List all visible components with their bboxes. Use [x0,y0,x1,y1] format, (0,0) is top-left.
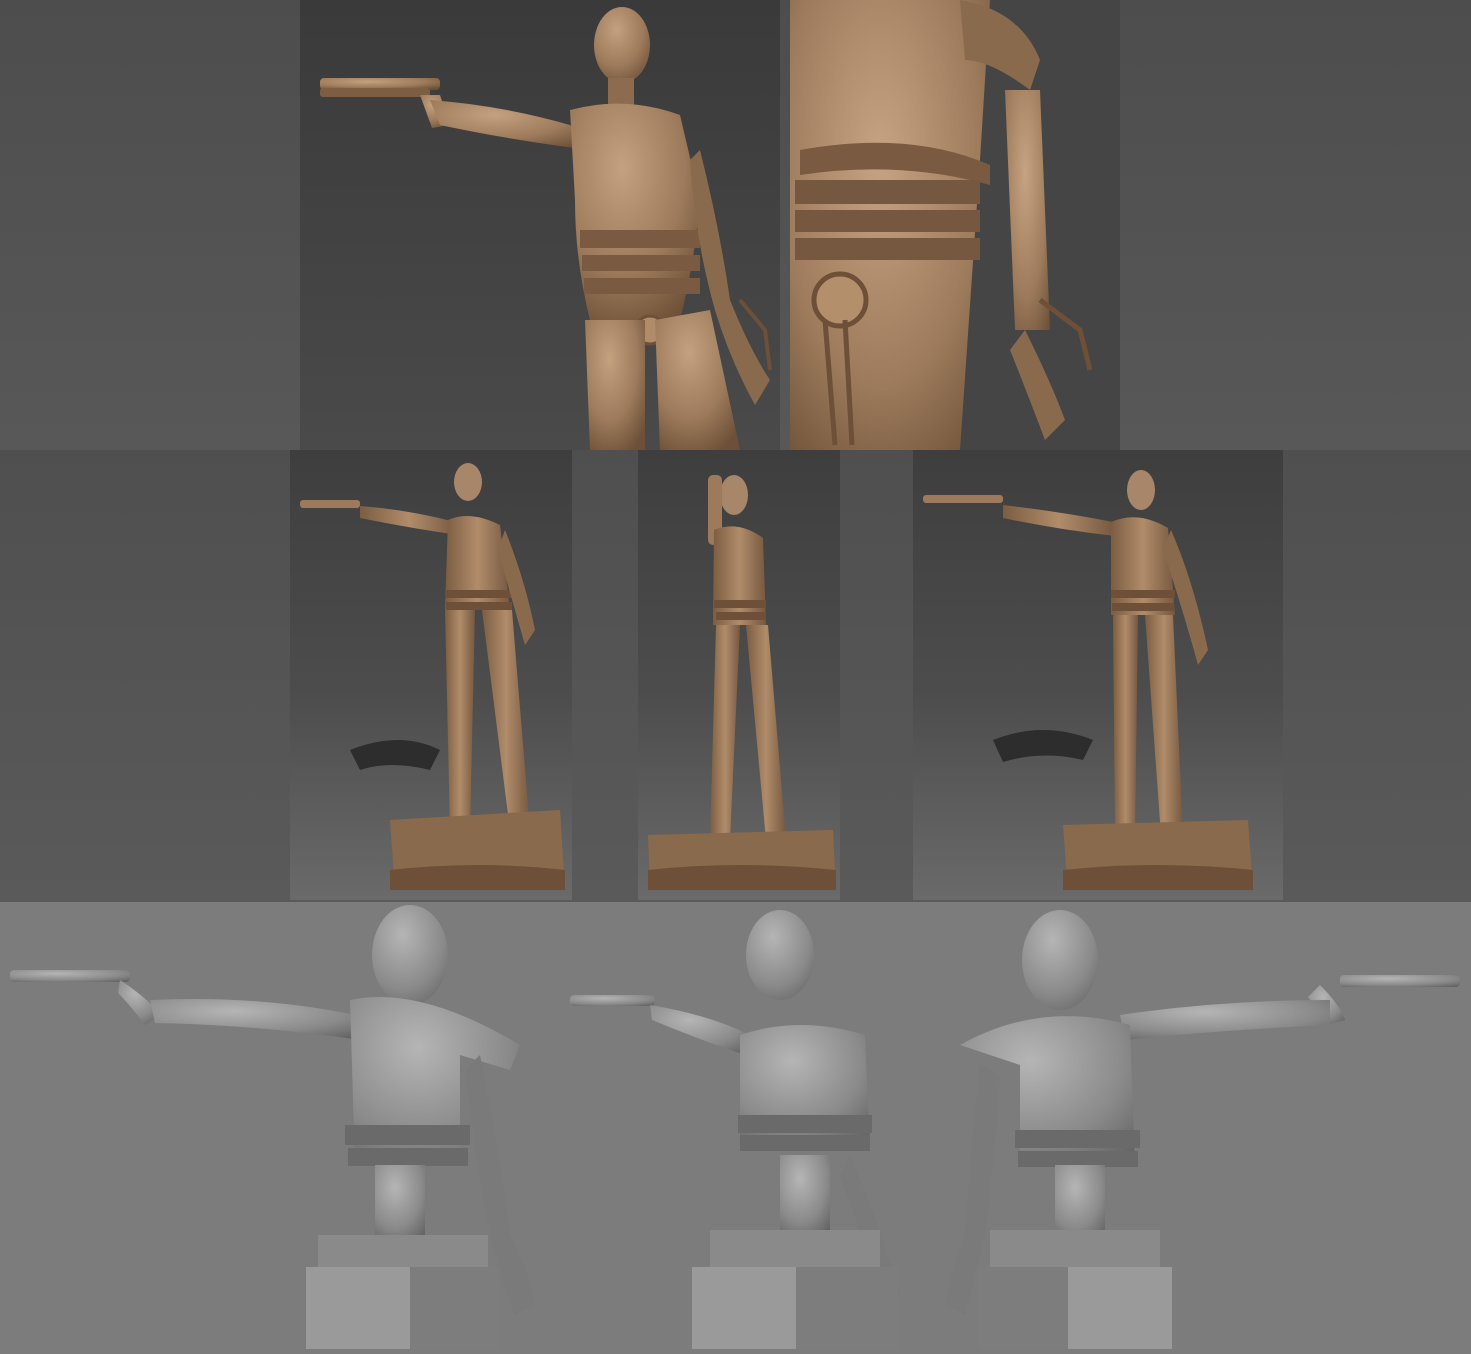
closeup-torso-arm-panel [790,0,1120,450]
bust-back-panel [920,905,1471,1354]
full-figure-side-render [638,450,840,900]
bust-front-render [570,910,900,1349]
bust-back-render [945,910,1460,1349]
closeup-front-three-quarter-panel [300,0,780,450]
closeup-front-render [300,0,780,450]
full-figure-front-render [290,450,572,900]
closeup-torso-render [790,0,1120,450]
full-figure-side-panel [638,450,840,900]
bust-left-render [10,905,535,1349]
bust-front-panel [560,905,920,1354]
full-figure-three-quarter-render [913,450,1283,900]
full-figure-three-quarter-panel [913,450,1283,900]
bust-left-panel [0,905,560,1354]
full-figure-front-panel [290,450,572,900]
